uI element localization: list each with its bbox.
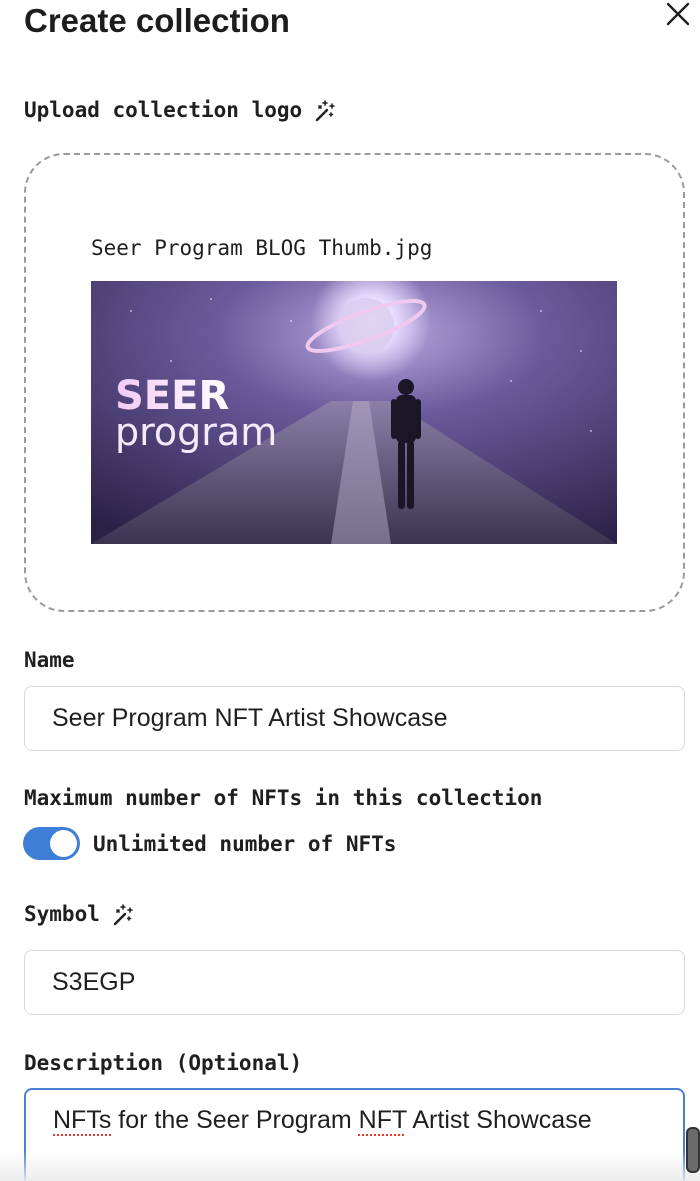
description-text-segment: for the Seer Program (111, 1106, 359, 1134)
unlimited-nfts-label: Unlimited number of NFTs (93, 832, 397, 856)
magic-wand-icon[interactable] (110, 903, 134, 927)
symbol-label: Symbol (24, 902, 134, 927)
preview-text-program: program (115, 410, 277, 454)
logo-file-name: Seer Program BLOG Thumb.jpg (91, 236, 433, 260)
description-label: Description (Optional) (24, 1051, 303, 1075)
symbol-input[interactable]: S3EGP (24, 950, 685, 1015)
name-input[interactable]: Seer Program NFT Artist Showcase (24, 686, 685, 751)
description-text-segment: Artist Showcase (406, 1106, 592, 1134)
upload-logo-label-text: Upload collection logo (24, 98, 303, 122)
dialog-title: Create collection (24, 2, 290, 39)
close-icon[interactable] (664, 0, 692, 28)
spellcheck-word: NFTs (53, 1106, 112, 1134)
logo-preview-image: SEER program (91, 281, 617, 544)
max-nfts-label: Maximum number of NFTs in this collectio… (24, 786, 543, 810)
symbol-label-text: Symbol (24, 902, 100, 926)
name-label: Name (24, 648, 75, 672)
description-textarea[interactable]: NFTs for the Seer Program NFT Artist Sho… (24, 1088, 685, 1181)
description-text: NFTs for the Seer Program NFT Artist Sho… (53, 1106, 592, 1135)
scrollbar-handle[interactable] (686, 1127, 700, 1173)
unlimited-nfts-toggle[interactable] (23, 827, 80, 860)
upload-logo-label: Upload collection logo (24, 98, 336, 123)
spellcheck-word: NFT (358, 1106, 407, 1134)
magic-wand-icon[interactable] (312, 99, 336, 123)
toggle-knob (50, 830, 77, 857)
